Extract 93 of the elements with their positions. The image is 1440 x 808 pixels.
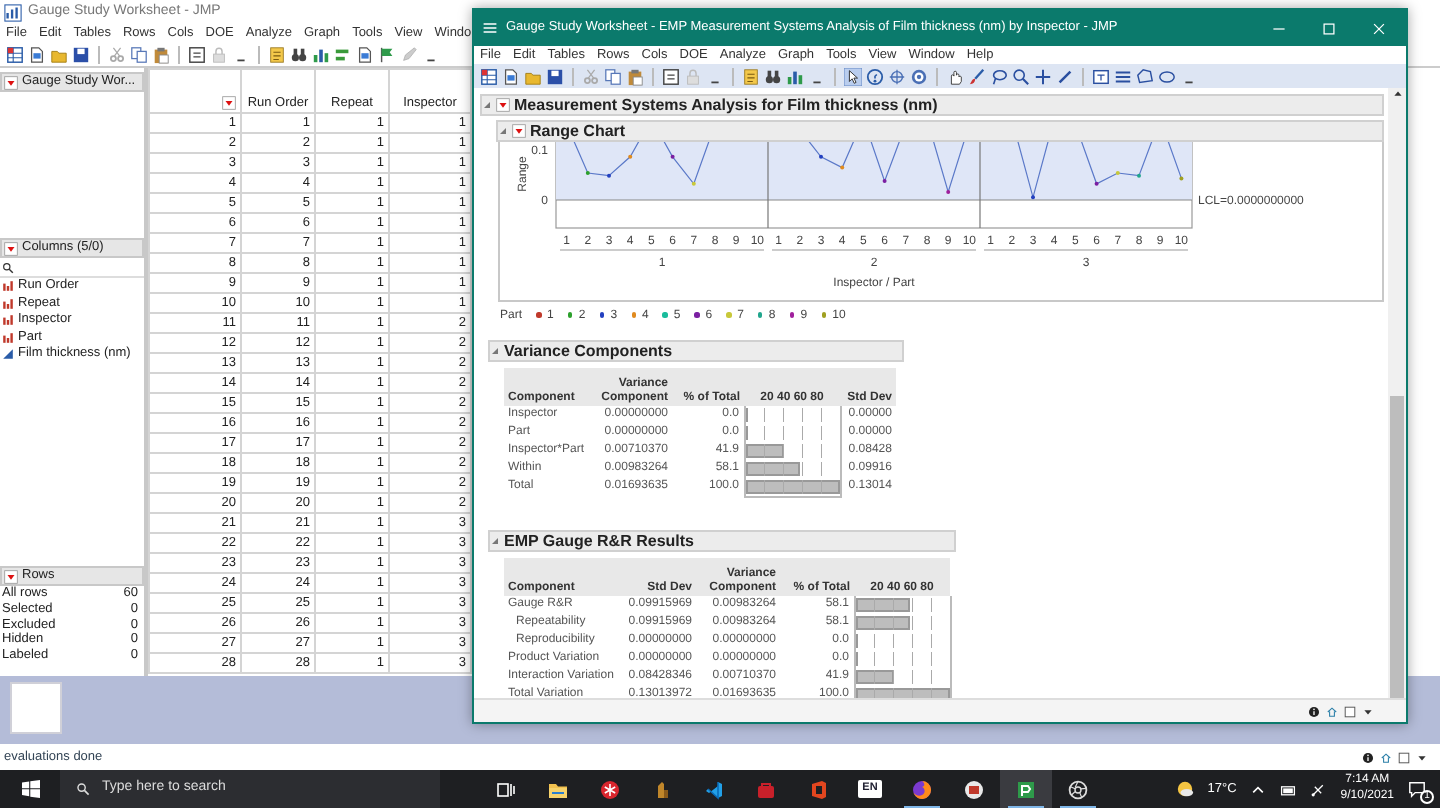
caret-icon[interactable] (1416, 751, 1428, 763)
figure-app-icon (652, 779, 672, 799)
copy-icon[interactable] (130, 46, 148, 64)
flag-icon[interactable] (378, 46, 396, 64)
save-icon[interactable] (72, 46, 90, 64)
disclosure-icon[interactable] (482, 100, 492, 110)
scrollbar[interactable] (1388, 88, 1406, 698)
search-icon (2, 261, 14, 273)
help-icon[interactable] (866, 67, 884, 85)
disclosure-icon[interactable] (490, 536, 500, 547)
menu-triangle-icon[interactable] (222, 95, 236, 110)
window-icon[interactable] (1398, 751, 1410, 763)
section-title: Variance Components (504, 341, 673, 361)
document-icon[interactable] (28, 46, 46, 64)
home-icon[interactable] (1326, 705, 1338, 717)
report-icon[interactable] (742, 67, 760, 85)
globe-app-icon (912, 779, 932, 799)
circle-app-icon (600, 779, 620, 799)
info-icon[interactable] (1362, 751, 1374, 763)
menu-triangle-icon[interactable] (512, 124, 526, 138)
binoculars-icon[interactable] (764, 67, 782, 85)
report-icon[interactable] (268, 46, 286, 64)
task-view-icon (496, 779, 516, 799)
document-app-icon (964, 779, 984, 799)
hand-icon[interactable] (946, 67, 964, 85)
menu-triangle-icon[interactable] (496, 98, 510, 112)
table-icon[interactable] (480, 67, 498, 85)
document-icon[interactable] (356, 46, 374, 64)
code-editor-icon (704, 779, 724, 799)
chevron-icon[interactable] (1250, 781, 1267, 797)
cursor-icon[interactable] (844, 67, 862, 85)
plus-icon[interactable] (1034, 67, 1052, 85)
section-title: Measurement Systems Analysis for Film thickness (nm) (514, 95, 938, 115)
menu-icon[interactable] (482, 20, 498, 36)
ellipse-icon[interactable] (1158, 67, 1176, 85)
chart-icon[interactable] (312, 46, 330, 64)
chart-icon[interactable] (786, 67, 804, 85)
bar-chart-icon (2, 280, 14, 293)
copy-icon[interactable] (604, 67, 622, 85)
textbox-icon[interactable] (1092, 67, 1110, 85)
info-icon[interactable] (1308, 705, 1320, 717)
section-title: EMP Gauge R&R Results (504, 531, 694, 551)
caret-icon[interactable] (1362, 705, 1374, 717)
magnifier-icon[interactable] (1012, 67, 1030, 85)
crosshair-icon[interactable] (888, 67, 906, 85)
outline-header[interactable]: Range Chart (496, 120, 1384, 142)
outline-header[interactable]: Variance Components (488, 340, 904, 363)
paste-icon[interactable] (626, 67, 644, 85)
script-icon[interactable] (662, 67, 680, 85)
triangle-icon (2, 348, 14, 361)
table-icon[interactable] (6, 46, 24, 64)
lasso-icon[interactable] (990, 67, 1008, 85)
chart-app-icon (1016, 779, 1036, 799)
filter-field[interactable] (0, 258, 144, 278)
ruler-icon[interactable] (1056, 67, 1074, 85)
bar-chart-icon (2, 297, 14, 310)
binoculars-icon[interactable] (290, 46, 308, 64)
maximize-icon[interactable] (1322, 21, 1336, 35)
outline-header[interactable]: Measurement Systems Analysis for Film thickness (nm) (480, 94, 1384, 116)
bar-chart-icon (2, 331, 14, 344)
lines-icon[interactable] (1114, 67, 1132, 85)
brush-icon[interactable] (968, 67, 986, 85)
folder-icon (548, 779, 568, 799)
window-thumbnail[interactable] (10, 682, 62, 734)
disclosure-icon[interactable] (490, 346, 500, 357)
bag-app-icon (756, 779, 776, 799)
document-icon[interactable] (502, 67, 520, 85)
taskbar-app[interactable] (1000, 770, 1052, 808)
bars-icon[interactable] (334, 46, 352, 64)
start-icon[interactable] (21, 780, 39, 798)
aperture-app-icon (1068, 779, 1088, 799)
office-app-icon (808, 779, 828, 799)
weather-icon[interactable] (1175, 780, 1194, 798)
close-icon[interactable] (1372, 21, 1386, 35)
scroll-thumb[interactable] (1390, 396, 1404, 698)
menu-triangle-icon[interactable] (4, 241, 18, 255)
notification-icon[interactable] (1408, 779, 1426, 797)
battery-icon[interactable] (1280, 781, 1297, 797)
window-icon[interactable] (1344, 705, 1356, 717)
disclosure-icon[interactable] (498, 126, 508, 136)
menu-triangle-icon[interactable] (4, 75, 18, 89)
paste-icon[interactable] (152, 46, 170, 64)
home-icon[interactable] (1380, 751, 1392, 763)
section-title: Range Chart (530, 121, 626, 141)
network-icon[interactable] (1310, 781, 1327, 797)
script-icon[interactable] (188, 46, 206, 64)
save-icon[interactable] (546, 67, 564, 85)
polygon-icon[interactable] (1136, 67, 1154, 85)
outline-header[interactable]: EMP Gauge R&R Results (488, 530, 956, 553)
menu-triangle-icon[interactable] (4, 569, 18, 583)
bar-chart-icon (2, 314, 14, 327)
search-icon (76, 782, 90, 796)
target-icon[interactable] (910, 67, 928, 85)
